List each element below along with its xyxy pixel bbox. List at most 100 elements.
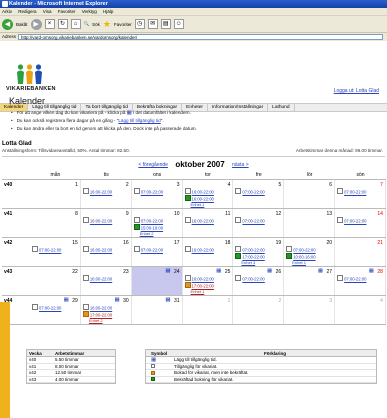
- menu-visa[interactable]: Visa: [43, 9, 52, 14]
- calendar-day-cell[interactable]: 22: [30, 267, 81, 295]
- messenger-icon[interactable]: ☺: [173, 19, 184, 29]
- stop-icon[interactable]: ×: [44, 19, 55, 29]
- time-slot[interactable]: 07:00-22:00: [337, 275, 366, 282]
- menu-verktyg[interactable]: Verktyg: [82, 9, 97, 14]
- add-time-icon[interactable]: ▦: [64, 297, 69, 303]
- time-slot[interactable]: 17:00-22:00 Enhet 1: [185, 282, 214, 294]
- forward-arrow-icon[interactable]: ▶: [30, 18, 42, 30]
- calendar-day-cell[interactable]: 1: [30, 180, 81, 208]
- calendar-day-cell[interactable]: 10 07:00-22:00 15:00-19:00 Enhet 2: [132, 209, 183, 237]
- time-slot[interactable]: 16:00-22:00: [83, 246, 112, 253]
- calendar-day-cell[interactable]: 1: [183, 296, 234, 324]
- favorites-button[interactable]: Favoriter: [114, 22, 132, 27]
- time-slot[interactable]: 16:00-22:00: [83, 188, 112, 195]
- calendar-day-cell[interactable]: 18 16:00-22:00: [183, 238, 234, 266]
- time-slot[interactable]: 16:00-22:00: [185, 217, 214, 224]
- tab-guide[interactable]: Lathund: [268, 104, 295, 111]
- tab-information-settings[interactable]: Information/Inställningar: [208, 104, 269, 111]
- time-slot[interactable]: 07:00-22:00: [286, 246, 315, 253]
- calendar-day-cell[interactable]: ▦ 29 07:00-22:00: [30, 296, 81, 324]
- time-slot[interactable]: 16:00-22:00: [83, 217, 112, 224]
- calendar-day-cell[interactable]: ▦ 27: [284, 267, 336, 295]
- unit-link[interactable]: Enhet 2: [140, 231, 163, 236]
- time-slot[interactable]: 16:00-22:00: [185, 246, 214, 253]
- time-slot[interactable]: 16:00-22:00: [83, 304, 112, 311]
- time-slot[interactable]: 07:00-22:00: [235, 246, 264, 253]
- unit-link[interactable]: Enhet 2: [89, 318, 112, 323]
- calendar-day-cell[interactable]: 5 07:00-22:00: [233, 180, 285, 208]
- back-button[interactable]: Bakåt: [16, 22, 28, 27]
- time-slot[interactable]: 07:00-22:00: [134, 217, 163, 224]
- time-slot[interactable]: 07:00-22:00: [337, 217, 366, 224]
- calendar-day-cell[interactable]: 17 07:00-22:00: [132, 238, 183, 266]
- calendar-day-cell[interactable]: 8: [30, 209, 81, 237]
- calendar-day-cell[interactable]: 2 16:00-22:00: [81, 180, 132, 208]
- unit-link[interactable]: Enhet 1: [292, 260, 315, 265]
- calendar-day-cell[interactable]: 13: [284, 209, 336, 237]
- calendar-day-cell[interactable]: ▦ 25 16:00-22:00 17:00-22:00 Enhet 1: [183, 267, 234, 295]
- time-slot[interactable]: 17:00-22:00 Enhet 3: [235, 253, 264, 265]
- time-slot[interactable]: 16:00-22:00: [83, 275, 112, 282]
- unit-link[interactable]: Enhet 1: [191, 202, 214, 207]
- calendar-day-cell[interactable]: ▦ 28 07:00-22:00: [335, 267, 386, 295]
- calendar-day-cell[interactable]: 4 16:00-22:00 16:00-22:00 Enhet 1: [183, 180, 234, 208]
- calendar-day-cell[interactable]: 16 16:00-22:00: [81, 238, 132, 266]
- mail-icon[interactable]: ✉: [147, 19, 158, 29]
- unit-link[interactable]: Enhet 1: [191, 289, 214, 294]
- previous-month-link[interactable]: < föregående: [138, 162, 168, 168]
- favorites-star-icon[interactable]: ★: [103, 19, 111, 29]
- calendar-day-cell[interactable]: 2: [233, 296, 285, 324]
- calendar-day-cell[interactable]: 6: [284, 180, 336, 208]
- time-slot[interactable]: 07:00-22:00: [32, 304, 61, 311]
- time-slot[interactable]: 07:00-22:00: [134, 188, 163, 195]
- calendar-day-cell[interactable]: ▦ 24: [131, 267, 183, 295]
- calendar-day-cell[interactable]: ▦ 26 07:00-22:00: [233, 267, 285, 295]
- add-time-icon[interactable]: ▦: [114, 297, 119, 303]
- add-time-icon[interactable]: ▦: [165, 268, 170, 274]
- unit-link[interactable]: Enhet 3: [241, 260, 264, 265]
- menu-redigera[interactable]: Redigera: [18, 9, 36, 14]
- menu-arkiv[interactable]: Arkiv: [2, 9, 12, 14]
- time-slot[interactable]: 16:00-22:00: [185, 188, 214, 195]
- calendar-day-cell[interactable]: 20 07:00-22:00 10:00-16:00 Enhet 1: [284, 238, 336, 266]
- refresh-icon[interactable]: ↻: [57, 19, 68, 29]
- add-time-icon[interactable]: ▦: [369, 268, 374, 274]
- search-icon[interactable]: 🔍: [84, 21, 90, 27]
- calendar-day-cell[interactable]: 12 07:00-22:00: [233, 209, 285, 237]
- home-icon[interactable]: ⌂: [70, 19, 81, 29]
- history-icon[interactable]: ◷: [134, 19, 145, 29]
- time-slot[interactable]: 07:00-22:00: [235, 275, 264, 282]
- time-slot[interactable]: 16:00-22:00 Enhet 1: [185, 195, 214, 207]
- menu-favoriter[interactable]: Favoriter: [58, 9, 76, 14]
- calendar-day-cell[interactable]: ▦ 30 16:00-22:00 17:00-22:00 Enhet 2: [81, 296, 132, 324]
- time-slot[interactable]: 07:00-22:00: [134, 246, 163, 253]
- time-slot[interactable]: 16:00-22:00: [185, 275, 214, 282]
- calendar-day-cell[interactable]: 15 07:00-22:00: [30, 238, 81, 266]
- next-month-link[interactable]: nästa >: [232, 162, 249, 168]
- back-arrow-icon[interactable]: ◀: [2, 18, 13, 30]
- add-time-icon[interactable]: ▦: [216, 268, 221, 274]
- calendar-day-cell[interactable]: 19 07:00-22:00 17:00-22:00 Enhet 3: [233, 238, 285, 266]
- time-slot[interactable]: 17:00-22:00 Enhet 2: [83, 311, 112, 323]
- address-input[interactable]: http://vard-omsorg.vikariebanken.se/vard…: [18, 34, 383, 40]
- print-icon[interactable]: ▤: [160, 19, 171, 29]
- time-slot[interactable]: 07:00-22:00: [337, 188, 366, 195]
- calendar-day-cell[interactable]: 3: [284, 296, 336, 324]
- calendar-day-cell[interactable]: 7 07:00-22:00: [335, 180, 386, 208]
- add-available-time-link[interactable]: Lägg till tillgänglig tid: [118, 118, 160, 123]
- menu-hjalp[interactable]: Hjälp: [103, 9, 113, 14]
- add-time-icon[interactable]: ▦: [318, 268, 323, 274]
- calendar-day-cell[interactable]: ▦ 31: [132, 296, 183, 324]
- calendar-day-cell[interactable]: 3 07:00-22:00: [132, 180, 183, 208]
- time-slot[interactable]: 15:00-19:00 Enhet 2: [134, 224, 163, 236]
- time-slot[interactable]: 07:00-22:00: [32, 246, 61, 253]
- calendar-day-cell[interactable]: 23 16:00-22:00: [81, 267, 132, 295]
- time-slot[interactable]: 07:00-22:00: [235, 217, 264, 224]
- calendar-day-cell[interactable]: 4: [335, 296, 386, 324]
- calendar-day-cell[interactable]: 14 07:00-22:00: [335, 209, 386, 237]
- time-slot[interactable]: 07:00-22:00: [235, 188, 264, 195]
- calendar-day-cell[interactable]: 9 16:00-22:00: [81, 209, 132, 237]
- time-slot[interactable]: 10:00-16:00 Enhet 1: [286, 253, 315, 265]
- logout-link[interactable]: Logga ut: Lotta Glad: [334, 88, 379, 94]
- add-time-icon[interactable]: ▦: [165, 297, 170, 303]
